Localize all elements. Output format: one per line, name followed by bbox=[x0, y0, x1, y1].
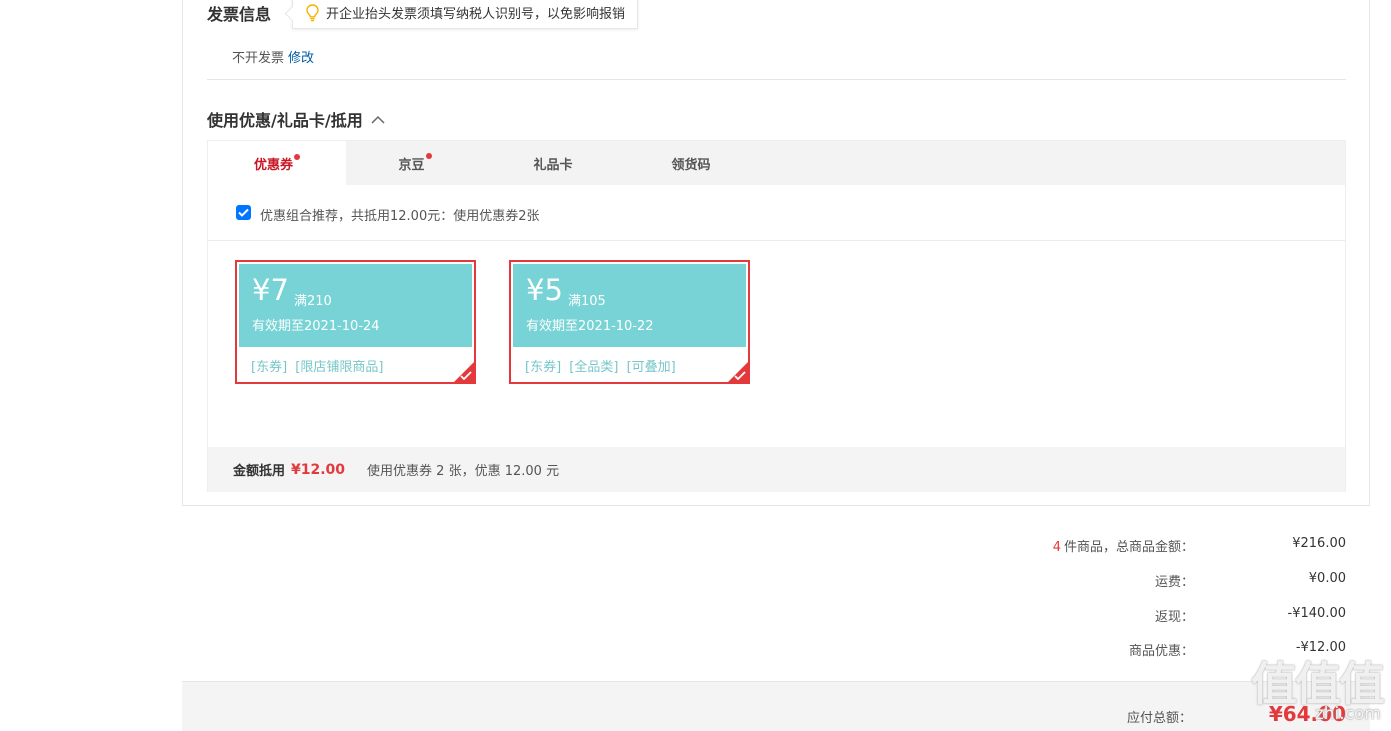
total-items-row: 4 件商品，总商品金额： ¥216.00 bbox=[846, 536, 1346, 556]
cashback-row: 返现： -¥140.00 bbox=[846, 606, 1346, 626]
shipping-row: 运费： ¥0.00 bbox=[846, 571, 1346, 591]
shipping-label: 运费： bbox=[1154, 575, 1194, 590]
coupon-tags: [东券] [限店铺限商品] bbox=[251, 356, 387, 375]
coupon-validity: 有效期至2021-10-22 bbox=[526, 319, 654, 334]
invoice-tip-text: 开企业抬头发票须填写纳税人识别号，以免影响报销 bbox=[326, 7, 626, 22]
coupon-tag: [可叠加] bbox=[626, 360, 676, 375]
tab-gift-card[interactable]: 礼品卡 bbox=[484, 141, 622, 185]
coupon-card[interactable]: ¥7 满210 有效期至2021-10-24 [东券] [限店铺限商品] bbox=[235, 260, 476, 384]
selected-check-icon bbox=[734, 371, 746, 380]
coupon-tag: [东券] bbox=[251, 360, 288, 375]
invoice-title: 发票信息 bbox=[207, 5, 272, 24]
invoice-status-row: 不开发票 修改 bbox=[232, 47, 314, 66]
invoice-status: 不开发票 bbox=[232, 51, 285, 66]
coupon-validity: 有效期至2021-10-24 bbox=[252, 319, 380, 334]
coupon-header: ¥7 满210 有效期至2021-10-24 bbox=[239, 264, 472, 347]
shipping-value: ¥0.00 bbox=[1308, 571, 1346, 586]
tab-pickup-code[interactable]: 领货码 bbox=[622, 141, 760, 185]
cashback-label: 返现： bbox=[1154, 610, 1194, 625]
watermark-logo: 值值值 zhi.com bbox=[1235, 648, 1385, 726]
coupon-header: ¥5 满105 有效期至2021-10-22 bbox=[513, 264, 746, 347]
new-dot-icon bbox=[294, 153, 300, 160]
coupon-card[interactable]: ¥5 满105 有效期至2021-10-22 [东券] [全品类] [可叠加] bbox=[509, 260, 750, 384]
coupon-summary-bar: 金额抵用 ¥12.00 使用优惠券 2 张，优惠 12.00 元 bbox=[208, 447, 1345, 492]
tab-coupons[interactable]: 优惠券 bbox=[208, 141, 346, 186]
tab-label: 京豆 bbox=[398, 157, 425, 173]
recommend-divider bbox=[208, 240, 1345, 241]
payable-label: 应付总额： bbox=[1126, 711, 1192, 726]
coupon-amount: ¥5 bbox=[526, 273, 563, 307]
coupon-amount: ¥7 bbox=[252, 273, 289, 307]
recommend-row: 优惠组合推荐，共抵用12.00元：使用优惠券2张 bbox=[236, 205, 540, 224]
chevron-up-icon[interactable] bbox=[371, 112, 385, 126]
tab-jingdou[interactable]: 京豆 bbox=[346, 141, 484, 185]
invoice-edit-link[interactable]: 修改 bbox=[288, 51, 314, 66]
items-value: ¥216.00 bbox=[1292, 536, 1346, 551]
watermark-text: zhi.com bbox=[1314, 704, 1381, 724]
tab-label: 优惠券 bbox=[253, 158, 293, 173]
invoice-tip: 开企业抬头发票须填写纳税人识别号，以免影响报销 bbox=[292, 0, 639, 29]
coupon-section-title-text: 使用优惠/礼品卡/抵用 bbox=[207, 111, 363, 130]
checkmark-icon bbox=[238, 208, 249, 217]
coupon-tag: [全品类] bbox=[569, 360, 619, 375]
coupon-condition: 满210 bbox=[294, 294, 332, 309]
tab-label: 礼品卡 bbox=[533, 157, 573, 173]
coupon-tags: [东券] [全品类] [可叠加] bbox=[525, 356, 680, 375]
coupon-box: 优惠券 京豆 礼品卡 领货码 优惠组合推荐，共抵用12.00元：使用优惠券2张 … bbox=[207, 140, 1346, 492]
discount-label: 商品优惠： bbox=[1128, 644, 1194, 659]
cashback-value: -¥140.00 bbox=[1287, 606, 1346, 621]
coupon-section-title: 使用优惠/礼品卡/抵用 bbox=[207, 107, 385, 131]
tab-label: 领货码 bbox=[671, 157, 711, 173]
recommend-text: 优惠组合推荐，共抵用12.00元：使用优惠券2张 bbox=[260, 209, 540, 224]
items-count: 4 bbox=[1052, 540, 1061, 555]
coupon-tag: [限店铺限商品] bbox=[295, 360, 384, 375]
coupon-tag: [东券] bbox=[525, 360, 562, 375]
coupon-tabs: 优惠券 京豆 礼品卡 领货码 bbox=[208, 141, 1345, 186]
items-label: 件商品，总商品金额： bbox=[1063, 540, 1194, 555]
summary-amount: ¥12.00 bbox=[291, 461, 346, 478]
summary-detail: 使用优惠券 2 张，优惠 12.00 元 bbox=[367, 464, 560, 479]
new-dot-icon bbox=[425, 153, 432, 159]
section-divider bbox=[207, 79, 1346, 80]
selected-check-icon bbox=[460, 371, 472, 380]
coupon-condition: 满105 bbox=[568, 294, 606, 309]
recommend-checkbox[interactable] bbox=[236, 205, 251, 220]
lightbulb-icon bbox=[306, 3, 319, 22]
summary-label: 金额抵用 bbox=[233, 464, 286, 479]
payable-bar: 应付总额： ¥64.00 bbox=[182, 681, 1370, 731]
